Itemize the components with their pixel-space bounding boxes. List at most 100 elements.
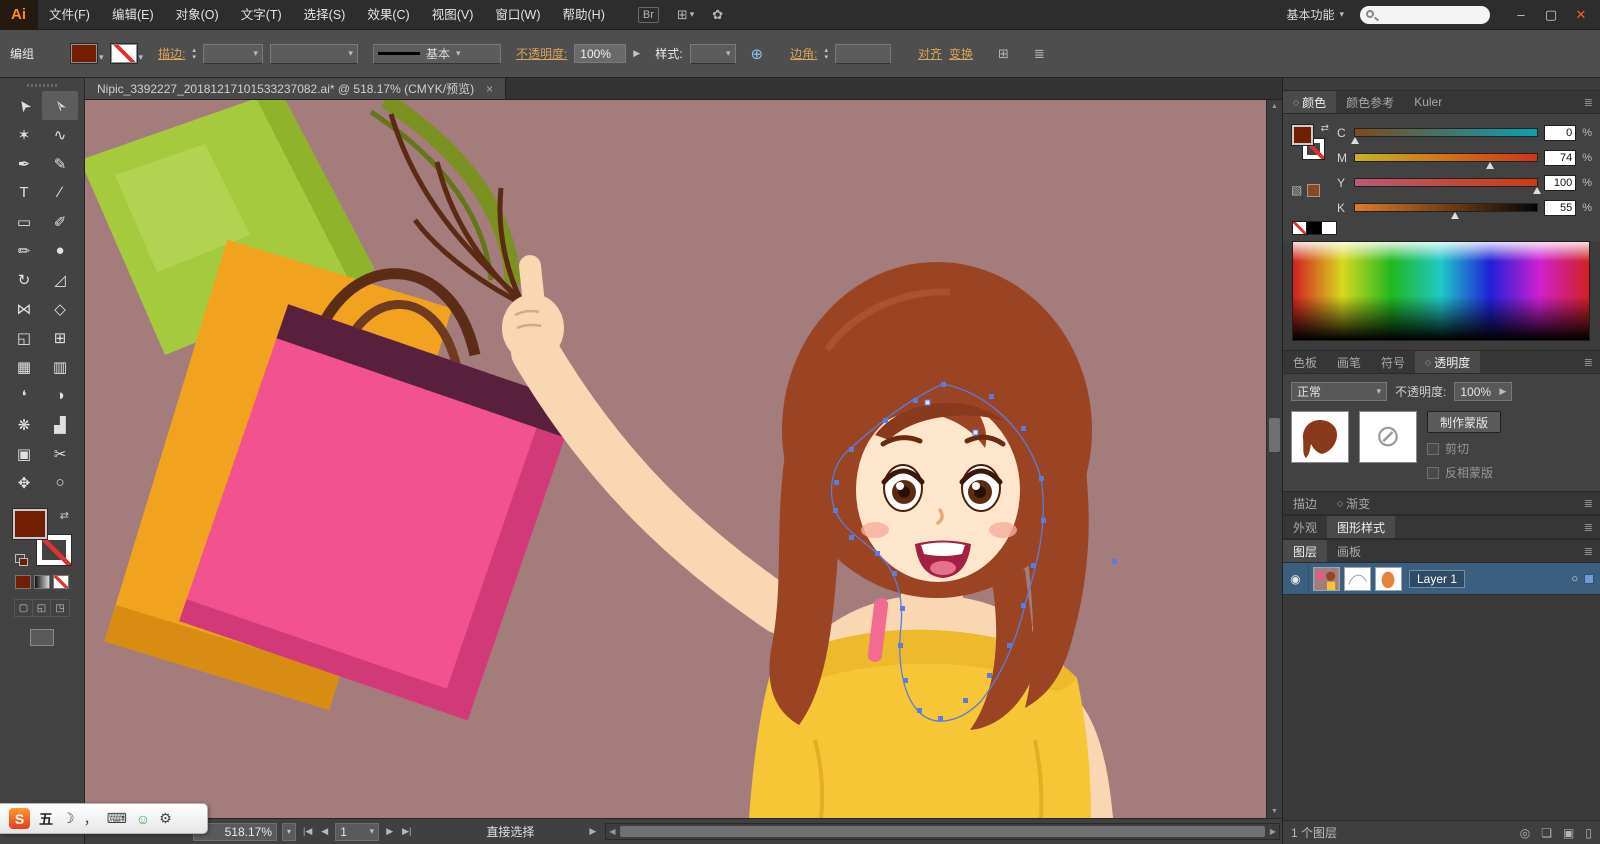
artboard-tool[interactable]: ▣ [6,439,42,468]
ime-keyboard-icon[interactable]: ⌨ [107,810,127,827]
width-tool[interactable]: ⋈ [6,294,42,323]
next-artboard-button[interactable]: ▶ [384,826,395,837]
selection-color-chip[interactable] [1584,573,1594,584]
tab-color-guide[interactable]: 颜色参考 [1336,91,1404,113]
stroke-width-stepper[interactable]: ▴ ▾ [192,47,196,61]
menu-object[interactable]: 对象(O) [165,0,230,30]
mask-thumbnail[interactable]: ⊘ [1359,411,1417,463]
clip-checkbox[interactable]: 剪切 [1427,440,1501,457]
perspective-grid-tool[interactable]: ⊞ [42,323,78,352]
yellow-value-input[interactable]: 100 [1544,174,1577,191]
menu-help[interactable]: 帮助(H) [552,0,616,30]
cs-live-icon[interactable]: ✿ [712,7,723,23]
menu-type[interactable]: 文字(T) [230,0,293,30]
panel-menu-icon[interactable]: ≣ [1584,545,1600,558]
magenta-value-input[interactable]: 74 [1544,149,1577,166]
horizontal-scroll-thumb[interactable] [620,826,1265,837]
bridge-icon[interactable]: Br [637,6,659,23]
tab-transparency[interactable]: ◇ 透明度 [1415,351,1481,373]
type-tool[interactable]: T [6,178,42,207]
workspace-switcher[interactable]: 基本功能 ▾ [1286,6,1344,23]
corner-select[interactable] [834,43,891,64]
scroll-left-icon[interactable]: ◀ [606,827,618,836]
fill-color-control[interactable]: ▾ [71,44,104,63]
gradient-mode-button[interactable] [34,575,50,589]
make-mask-button[interactable]: 制作蒙版 [1427,411,1502,433]
stroke-link[interactable]: 描边: [158,45,185,62]
tab-kuler[interactable]: Kuler [1404,91,1452,113]
white-swatch[interactable] [1322,221,1337,235]
menu-file[interactable]: 文件(F) [38,0,101,30]
vertical-scrollbar[interactable]: ▲ ▼ [1266,100,1282,818]
color-mode-button[interactable] [15,575,31,589]
corner-link[interactable]: 边角: [790,45,817,62]
document-tab[interactable]: Nipic_3392227_20181217101533237082.ai* @… [85,78,507,99]
align-link[interactable]: 对齐 [918,45,942,62]
brush-definition-select[interactable]: 基本 ▾ [372,43,501,64]
make-clipping-mask-icon[interactable]: ❏ [1541,826,1552,840]
first-artboard-button[interactable]: |◀ [301,826,314,837]
stroke-color-control[interactable]: ▾ [110,44,143,63]
tab-layers[interactable]: 图层 [1283,540,1328,562]
magic-wand-tool[interactable]: ✶ [6,120,42,149]
scroll-up-icon[interactable]: ▲ [1271,100,1278,113]
selection-tool[interactable]: ➤ [6,91,42,120]
corner-stepper[interactable]: ▴ ▾ [824,47,828,61]
mesh-tool[interactable]: ▦ [6,352,42,381]
out-of-web-color-icon[interactable]: ▧ [1291,183,1302,197]
layer-name[interactable]: Layer 1 [1409,569,1466,588]
swap-fill-stroke-icon[interactable]: ⇄ [1321,123,1329,134]
magenta-slider[interactable] [1354,153,1539,169]
direct-selection-tool[interactable]: ➢ [42,91,78,120]
minimize-button[interactable]: – [1506,0,1536,30]
delete-layer-icon[interactable]: ▯ [1585,826,1592,840]
draw-behind-button[interactable]: ◱ [33,600,51,616]
default-fill-stroke-icon[interactable] [15,554,28,566]
none-swatch[interactable] [1292,221,1307,235]
sogou-logo-icon[interactable]: S [9,808,30,829]
eyedropper-tool[interactable]: ❛ [6,381,42,410]
zoom-dropdown-icon[interactable]: ▾ [282,822,296,841]
tab-artboards[interactable]: 画板 [1327,540,1371,562]
slider-handle[interactable] [1451,212,1460,219]
hand-tool[interactable]: ✥ [6,468,42,497]
slice-tool[interactable]: ✂ [42,439,78,468]
menu-view[interactable]: 视图(V) [421,0,485,30]
canvas[interactable] [85,100,1266,818]
control-panel-menu-icon[interactable]: ≣ [1034,46,1045,62]
new-layer-icon[interactable]: ▣ [1563,826,1574,840]
line-segment-tool[interactable]: ∕ [42,178,78,207]
prev-artboard-button[interactable]: ◀ [319,826,330,837]
width-profile-select[interactable]: ▾ [269,43,358,64]
opacity-link[interactable]: 不透明度: [516,45,567,62]
blob-brush-tool[interactable]: ● [42,236,78,265]
vertical-scroll-thumb[interactable] [1269,418,1280,452]
black-slider[interactable] [1354,203,1539,219]
slider-handle[interactable] [1533,187,1542,194]
artboard-number-input[interactable]: 1 ▾ [335,822,380,841]
none-mode-button[interactable] [53,575,69,589]
stroke-indicator[interactable] [37,535,71,565]
menu-effect[interactable]: 效果(C) [356,0,420,30]
invert-mask-checkbox[interactable]: 反相蒙版 [1427,464,1501,481]
tab-symbols[interactable]: 符号 [1371,351,1415,373]
tab-swatches[interactable]: 色板 [1283,351,1327,373]
ime-punctuation-icon[interactable]: ， [84,809,98,829]
pen-tool[interactable]: ✒ [6,149,42,178]
shape-builder-tool[interactable]: ◱ [6,323,42,352]
zoom-tool[interactable]: ○ [42,468,78,497]
color-spectrum[interactable] [1292,241,1590,341]
cyan-value-input[interactable]: 0 [1544,124,1577,141]
search-input[interactable] [1360,5,1490,24]
panel-menu-icon[interactable]: ≣ [1584,96,1600,109]
fill-stroke-control[interactable]: ⇄ [13,509,71,566]
tab-stroke[interactable]: 描边 [1283,492,1327,514]
panel-menu-icon[interactable]: ≣ [1584,497,1600,510]
symbol-sprayer-tool[interactable]: ❋ [6,410,42,439]
draw-normal-button[interactable]: ▢ [15,600,33,616]
scroll-right-icon[interactable]: ▶ [1267,827,1279,836]
menu-edit[interactable]: 编辑(E) [101,0,165,30]
lasso-tool[interactable]: ∿ [42,120,78,149]
tab-gradient[interactable]: ◇ 渐变 [1327,492,1380,514]
slider-handle[interactable] [1351,137,1359,144]
